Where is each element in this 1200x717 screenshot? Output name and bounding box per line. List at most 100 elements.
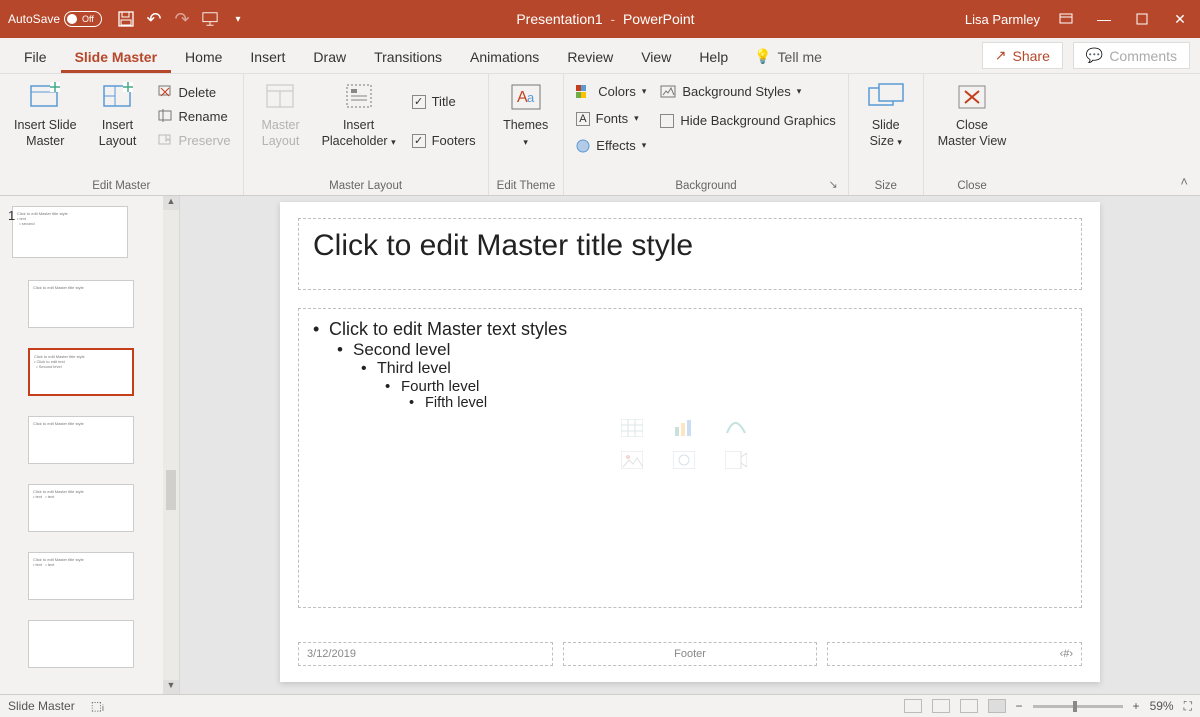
title-bar: AutoSave Off ↶ ↷ ▾ Presentation1 - Power…: [0, 0, 1200, 38]
slide-size-button[interactable]: Slide Size ▾: [857, 78, 915, 151]
comment-icon: 💬: [1086, 47, 1103, 64]
group-label-background: Background: [572, 177, 839, 195]
thumbnail-pane[interactable]: 1 Click to edit Master title style• text…: [0, 196, 180, 694]
insert-slide-master-button[interactable]: Insert Slide Master: [8, 78, 83, 151]
insert-table-icon[interactable]: [621, 419, 645, 437]
preserve-icon: [157, 132, 173, 148]
background-styles-button[interactable]: Background Styles ▾: [656, 82, 839, 101]
group-size: Slide Size ▾ Size: [849, 74, 924, 195]
tab-draw[interactable]: Draw: [299, 41, 360, 73]
zoom-out-icon[interactable]: −: [1016, 699, 1023, 713]
maximize-icon[interactable]: [1130, 11, 1154, 27]
close-icon[interactable]: ✕: [1168, 11, 1192, 27]
thumb-layout-5[interactable]: Click to edit Master title style• text •…: [28, 552, 134, 600]
date-placeholder[interactable]: 3/12/2019: [298, 642, 553, 666]
fonts-button[interactable]: AFonts ▾: [572, 109, 650, 128]
autosave-label: AutoSave: [8, 12, 60, 26]
hide-bg-checkbox[interactable]: Hide Background Graphics: [656, 109, 839, 132]
slide: Click to edit Master title style •Click …: [280, 202, 1100, 682]
content-placeholder[interactable]: •Click to edit Master text styles •Secon…: [298, 308, 1082, 608]
title-checkbox[interactable]: ✓Title: [408, 90, 480, 113]
tab-transitions[interactable]: Transitions: [360, 41, 456, 73]
accessibility-icon[interactable]: ⬚ᵢ: [91, 699, 104, 713]
work-area: 1 Click to edit Master title style• text…: [0, 196, 1200, 694]
group-label-edit-master: Edit Master: [8, 177, 235, 195]
tab-home[interactable]: Home: [171, 41, 236, 73]
close-master-view-button[interactable]: Close Master View: [932, 78, 1013, 151]
ribbon-tabs: File Slide Master Home Insert Draw Trans…: [0, 38, 1200, 74]
group-label-close: Close: [932, 177, 1013, 195]
zoom-label[interactable]: 59%: [1150, 699, 1174, 713]
redo-icon[interactable]: ↷: [174, 11, 190, 27]
user-name[interactable]: Lisa Parmley: [965, 12, 1040, 27]
window-title: Presentation1 - PowerPoint: [246, 11, 965, 27]
insert-chart-icon[interactable]: [673, 419, 697, 437]
collapse-ribbon-icon[interactable]: ˄: [1180, 174, 1188, 189]
tab-view[interactable]: View: [627, 41, 685, 73]
tab-review[interactable]: Review: [553, 41, 627, 73]
insert-layout-button[interactable]: Insert Layout: [89, 78, 147, 151]
preserve-button[interactable]: Preserve: [153, 130, 235, 150]
tell-me-label: Tell me: [778, 49, 822, 65]
thumbnail-scrollbar[interactable]: ▲ ▼: [163, 196, 179, 694]
share-button[interactable]: ↗Share: [982, 42, 1063, 69]
thumb-layout-6[interactable]: [28, 620, 134, 668]
footers-checkbox[interactable]: ✓Footers: [408, 129, 480, 152]
group-close: Close Master View Close: [924, 74, 1021, 195]
tell-me-search[interactable]: 💡 Tell me: [742, 40, 834, 73]
zoom-in-icon[interactable]: +: [1133, 699, 1140, 713]
group-edit-master: Insert Slide Master Insert Layout Delete…: [0, 74, 244, 195]
group-label-edit-theme: Edit Theme: [497, 177, 556, 195]
insert-online-picture-icon[interactable]: [673, 451, 697, 469]
slideshow-view-icon[interactable]: [988, 699, 1006, 713]
fonts-icon: A: [576, 112, 589, 126]
thumb-layout-3[interactable]: Click to edit Master title style: [28, 416, 134, 464]
minimize-icon[interactable]: ―: [1092, 11, 1116, 27]
undo-icon[interactable]: ↶: [146, 11, 162, 27]
insert-placeholder-button[interactable]: Insert Placeholder ▾: [316, 78, 402, 151]
thumb-layout-1[interactable]: Click to edit Master title style: [28, 280, 134, 328]
title-placeholder[interactable]: Click to edit Master title style: [298, 218, 1082, 290]
effects-icon: [576, 139, 590, 153]
delete-icon: [157, 84, 173, 100]
ribbon-display-icon[interactable]: [1054, 11, 1078, 27]
thumb-layout-2[interactable]: Click to edit Master title style• Click …: [28, 348, 134, 396]
zoom-slider[interactable]: [1033, 705, 1123, 708]
autosave-toggle[interactable]: AutoSave Off: [8, 11, 102, 27]
reading-view-icon[interactable]: [960, 699, 978, 713]
normal-view-icon[interactable]: [904, 699, 922, 713]
thumb-master[interactable]: Click to edit Master title style• text •…: [12, 206, 128, 258]
svg-text:a: a: [527, 90, 535, 105]
tab-insert[interactable]: Insert: [236, 41, 299, 73]
tab-help[interactable]: Help: [685, 41, 742, 73]
save-icon[interactable]: [118, 11, 134, 27]
master-layout-button: Master Layout: [252, 78, 310, 151]
group-label-size: Size: [857, 177, 915, 195]
insert-video-icon[interactable]: [725, 451, 749, 469]
present-icon[interactable]: [202, 11, 218, 27]
footer-placeholder[interactable]: Footer: [563, 642, 818, 666]
fit-window-icon[interactable]: ⛶: [1184, 699, 1192, 714]
share-icon: ↗: [995, 47, 1007, 64]
qat-customize-icon[interactable]: ▾: [230, 11, 246, 27]
themes-button[interactable]: Aa Themes▾: [497, 78, 555, 151]
colors-button[interactable]: Colors ▾: [572, 82, 650, 101]
sorter-view-icon[interactable]: [932, 699, 950, 713]
tab-file[interactable]: File: [10, 41, 61, 73]
delete-button[interactable]: Delete: [153, 82, 235, 102]
background-launcher-icon[interactable]: ↘: [829, 178, 838, 191]
content-insert-icons[interactable]: [621, 419, 759, 469]
effects-button[interactable]: Effects ▾: [572, 136, 650, 155]
thumb-layout-4[interactable]: Click to edit Master title style• text •…: [28, 484, 134, 532]
group-edit-theme: Aa Themes▾ Edit Theme: [489, 74, 565, 195]
rename-button[interactable]: Rename: [153, 106, 235, 126]
slidenum-placeholder[interactable]: ‹#›: [827, 642, 1082, 666]
colors-icon: [576, 85, 592, 99]
tab-slide-master[interactable]: Slide Master: [61, 41, 171, 73]
status-bar: Slide Master ⬚ᵢ − + 59% ⛶: [0, 694, 1200, 717]
insert-picture-icon[interactable]: [621, 451, 645, 469]
slide-canvas[interactable]: Click to edit Master title style •Click …: [180, 196, 1200, 694]
comments-button[interactable]: 💬Comments: [1073, 42, 1190, 69]
insert-smartart-icon[interactable]: [725, 419, 749, 437]
tab-animations[interactable]: Animations: [456, 41, 553, 73]
